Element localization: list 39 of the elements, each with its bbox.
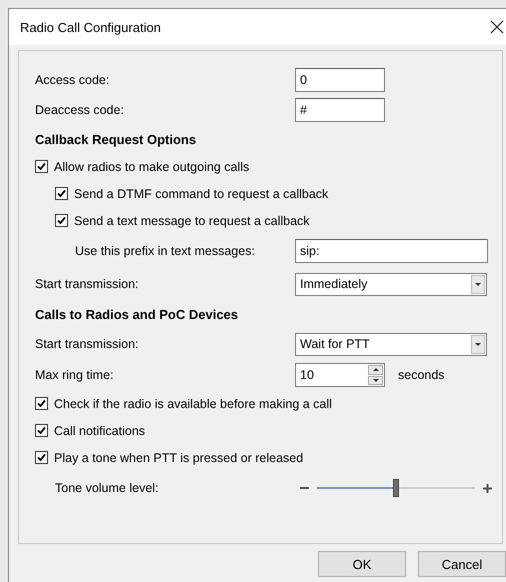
checkbox[interactable]: [55, 187, 68, 200]
checkbox-label[interactable]: Send a DTMF command to request a callback: [74, 186, 328, 200]
checkbox[interactable]: [35, 160, 48, 173]
text-field[interactable]: sip:: [295, 239, 488, 263]
ok-button[interactable]: OK: [318, 551, 406, 577]
dropdown[interactable]: Immediately: [295, 272, 487, 296]
number-spinner[interactable]: 10: [295, 363, 385, 387]
caret-icon: [475, 282, 481, 286]
caret-icon: [475, 342, 481, 346]
section-heading: Callback Request Options: [35, 132, 198, 146]
window-title: Radio Call Configuration: [20, 20, 161, 34]
checkbox[interactable]: [35, 424, 48, 437]
cancel-button[interactable]: Cancel: [418, 551, 506, 577]
close-icon[interactable]: [490, 20, 504, 34]
field-label: Max ring time:: [35, 368, 114, 382]
up-arrow-icon[interactable]: [372, 368, 378, 372]
slider-label: Tone volume level:: [55, 481, 160, 495]
checkbox[interactable]: [35, 397, 48, 410]
field-label: Start transmission:: [35, 337, 140, 351]
field-label: Deaccess code:: [35, 103, 125, 117]
checkbox-label[interactable]: Play a tone when PTT is pressed or released: [54, 450, 304, 464]
slider-thumb[interactable]: [393, 479, 399, 497]
checkbox-label[interactable]: Call notifications: [54, 424, 146, 438]
field-label: Use this prefix in text messages:: [75, 244, 256, 258]
checkbox[interactable]: [35, 451, 48, 464]
field-label: Access code:: [35, 73, 110, 87]
text-field[interactable]: #: [295, 98, 385, 122]
section-heading: Calls to Radios and PoC Devices: [35, 306, 240, 322]
minus-icon: [300, 487, 309, 489]
text-field[interactable]: 0: [295, 68, 385, 92]
down-arrow-icon[interactable]: [372, 378, 378, 382]
plus-icon: [483, 484, 492, 492]
checkbox-label[interactable]: Allow radios to make outgoing calls: [54, 160, 250, 174]
checkbox[interactable]: [55, 214, 68, 227]
checkbox-label[interactable]: Send a text message to request a callback: [74, 214, 310, 228]
unit-label: seconds: [398, 368, 445, 382]
field-label: Start transmission:: [35, 277, 140, 291]
checkbox-label[interactable]: Check if the radio is available before making a call: [54, 396, 332, 410]
dropdown[interactable]: Wait for PTT: [295, 332, 487, 356]
